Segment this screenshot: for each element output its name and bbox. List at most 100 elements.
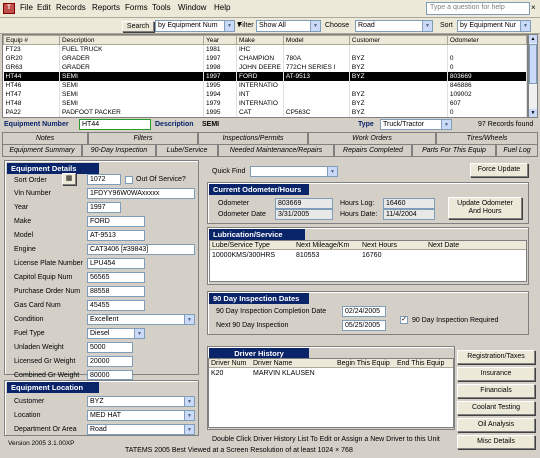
combined-gr-weight-field[interactable]: 80000 [87, 370, 133, 380]
table-row[interactable]: HT47 SEMI 1994 INT BYZ 109002 [3, 89, 527, 99]
hours-log-field[interactable]: 16460 [383, 198, 435, 209]
table-row[interactable]: PA22 PADFOOT PACKER 1995 CAT CP563C BYZ 0 [3, 107, 527, 117]
hours-date-field[interactable]: 11/4/2004 [383, 209, 435, 220]
tab-equipment-summary[interactable]: Equipment Summary [2, 144, 82, 156]
next-inspection-field[interactable]: 05/25/2005 [342, 320, 386, 331]
tab-needed-maintenance[interactable]: Needed Maintenance/Repairs [218, 144, 334, 156]
engine-field[interactable]: CAT3406 [#39843] [87, 244, 195, 255]
tab-notes[interactable]: Notes [2, 132, 88, 144]
tab-filters[interactable]: Filters [88, 132, 198, 144]
update-odometer-button[interactable]: Update Odometer And Hours [448, 197, 522, 219]
menu-reports[interactable]: Reports [92, 3, 120, 12]
menu-forms[interactable]: Forms [125, 3, 148, 12]
sort-select[interactable]: by Equipment Nur [457, 20, 531, 32]
filter-select[interactable]: Show All [256, 20, 321, 32]
lube-col-type[interactable]: Lube/Service Type [212, 242, 270, 249]
search-button[interactable]: Search [122, 21, 154, 32]
table-row[interactable]: HT44 SEMI 1997 FORD AT-9513 BYZ 803669 [3, 71, 527, 81]
table-row[interactable]: HT46 SEMI 1995 INTERNATIO 846886 [3, 80, 527, 90]
department-select[interactable]: Road [87, 424, 195, 435]
gas-card-field[interactable]: 45455 [87, 300, 145, 311]
menu-edit[interactable]: Edit [37, 3, 51, 12]
financials-button[interactable]: Financials [457, 384, 535, 398]
scroll-up-icon[interactable]: ▲ [529, 35, 537, 43]
sort-order-field[interactable]: 1072 [87, 174, 121, 185]
force-update-button[interactable]: Force Update [470, 163, 528, 177]
tab-90-day-inspection[interactable]: 90-Day Inspection [82, 144, 156, 156]
col-equip[interactable]: Equip # [3, 35, 60, 45]
insurance-button[interactable]: Insurance [457, 367, 535, 381]
customer-select[interactable]: BYZ [87, 396, 195, 407]
menu-help[interactable]: Help [214, 3, 230, 12]
equipment-number-field[interactable]: HT44 [79, 119, 151, 130]
table-row[interactable]: GR63 GRADER 1998 JOHN DEERE 772CH SERIES I BY… [3, 62, 527, 72]
lube-col-mileage[interactable]: Next Mileage/Km [296, 242, 349, 249]
grid-scrollbar[interactable]: ▲ ▼ [528, 34, 538, 118]
table-row[interactable]: FT23 FUEL TRUCK 1981 IHC [3, 44, 527, 54]
menu-tools[interactable]: Tools [152, 3, 171, 12]
odometer-date-field[interactable]: 3/31/2005 [275, 209, 333, 220]
calendar-icon[interactable]: ▦ [62, 173, 76, 185]
col-description[interactable]: Description [59, 35, 204, 45]
location-select[interactable]: MED HAT [87, 410, 195, 421]
choose-select[interactable]: Road [355, 20, 433, 32]
tab-lube-service[interactable]: Lube/Service [156, 144, 218, 156]
equipment-grid[interactable]: Equip # Description Year Make Model Cust… [2, 34, 528, 118]
vin-field[interactable]: 1FDYY96W0WAxxxxx [87, 188, 195, 199]
make-field[interactable]: FORD [87, 216, 145, 227]
type-select[interactable]: Truck/Tractor [380, 119, 452, 130]
driver-col-begin[interactable]: Begin This Equip [337, 360, 390, 367]
tab-parts[interactable]: Parts For This Equip [412, 144, 496, 156]
tab-tires[interactable]: Tires/Wheels [436, 132, 538, 144]
fuel-type-select[interactable]: Diesel [87, 328, 145, 339]
scroll-down-icon[interactable]: ▼ [529, 109, 537, 117]
driver-col-name[interactable]: Driver Name [253, 360, 292, 367]
lube-col-hours[interactable]: Next Hours [362, 242, 397, 249]
completion-date-field[interactable]: 02/24/2005 [342, 306, 386, 317]
licensed-gr-weight-field[interactable]: 20000 [87, 356, 133, 367]
table-row[interactable]: HT48 SEMI 1979 INTERNATIO BYZ 607 [3, 98, 527, 108]
col-odometer[interactable]: Odometer [446, 35, 527, 45]
driver-col-end[interactable]: End This Equip [397, 360, 444, 367]
tab-inspections[interactable]: Inspections/Permits [198, 132, 308, 144]
registration-taxes-button[interactable]: Registration/Taxes [457, 350, 535, 364]
driver-list[interactable]: Driver Num Driver Name Begin This Equip … [208, 358, 454, 428]
help-search-input[interactable]: Type a question for help [426, 2, 530, 15]
lube-row-hours: 16760 [362, 252, 382, 259]
oil-analysis-button[interactable]: Oil Analysis [457, 418, 535, 432]
model-field[interactable]: AT-9513 [87, 230, 145, 241]
purchase-order-field[interactable]: 88558 [87, 286, 145, 297]
driver-row[interactable]: K20 MARVIN KLAUSEN [209, 369, 453, 378]
tab-fuel-log[interactable]: Fuel Log [496, 144, 538, 156]
unladen-weight-field[interactable]: 5000 [87, 342, 133, 353]
close-icon[interactable]: × [531, 3, 536, 12]
table-cell: BYZ [349, 89, 448, 99]
odometer-field[interactable]: 803669 [275, 198, 333, 209]
col-make[interactable]: Make [236, 35, 284, 45]
table-row[interactable]: GR20 GRADER 1997 CHAMPION 780A BYZ 0 [3, 53, 527, 63]
scroll-thumb[interactable] [529, 44, 537, 84]
lube-list[interactable]: Lube/Service Type Next Mileage/Km Next H… [209, 240, 527, 282]
tab-repairs-completed[interactable]: Repairs Completed [334, 144, 412, 156]
out-of-service-checkbox[interactable] [125, 176, 133, 184]
app-icon[interactable]: T [3, 3, 15, 14]
lube-col-date[interactable]: Next Date [428, 242, 459, 249]
inspection-required-checkbox[interactable]: ✓ [400, 316, 408, 324]
col-model[interactable]: Model [282, 35, 350, 45]
condition-select[interactable]: Excellent [87, 314, 195, 325]
license-plate-field[interactable]: LPU454 [87, 258, 145, 269]
driver-col-num[interactable]: Driver Num [211, 360, 246, 367]
col-year[interactable]: Year [203, 35, 237, 45]
search-by-select[interactable]: by Equipment Num [155, 20, 235, 32]
coolant-testing-button[interactable]: Coolant Testing [457, 401, 535, 415]
misc-details-button[interactable]: Misc Details [457, 435, 535, 449]
tab-work-orders[interactable]: Work Orders [308, 132, 436, 144]
quick-find-select[interactable] [250, 166, 338, 177]
menu-window[interactable]: Window [178, 3, 206, 12]
menu-records[interactable]: Records [56, 3, 86, 12]
menu-file[interactable]: File [20, 3, 33, 12]
lube-row[interactable]: 10000KMS/300HRS 810553 16760 [210, 251, 526, 260]
col-customer[interactable]: Customer [348, 35, 448, 45]
year-field[interactable]: 1997 [87, 202, 121, 213]
capitol-equip-field[interactable]: 56565 [87, 272, 145, 283]
